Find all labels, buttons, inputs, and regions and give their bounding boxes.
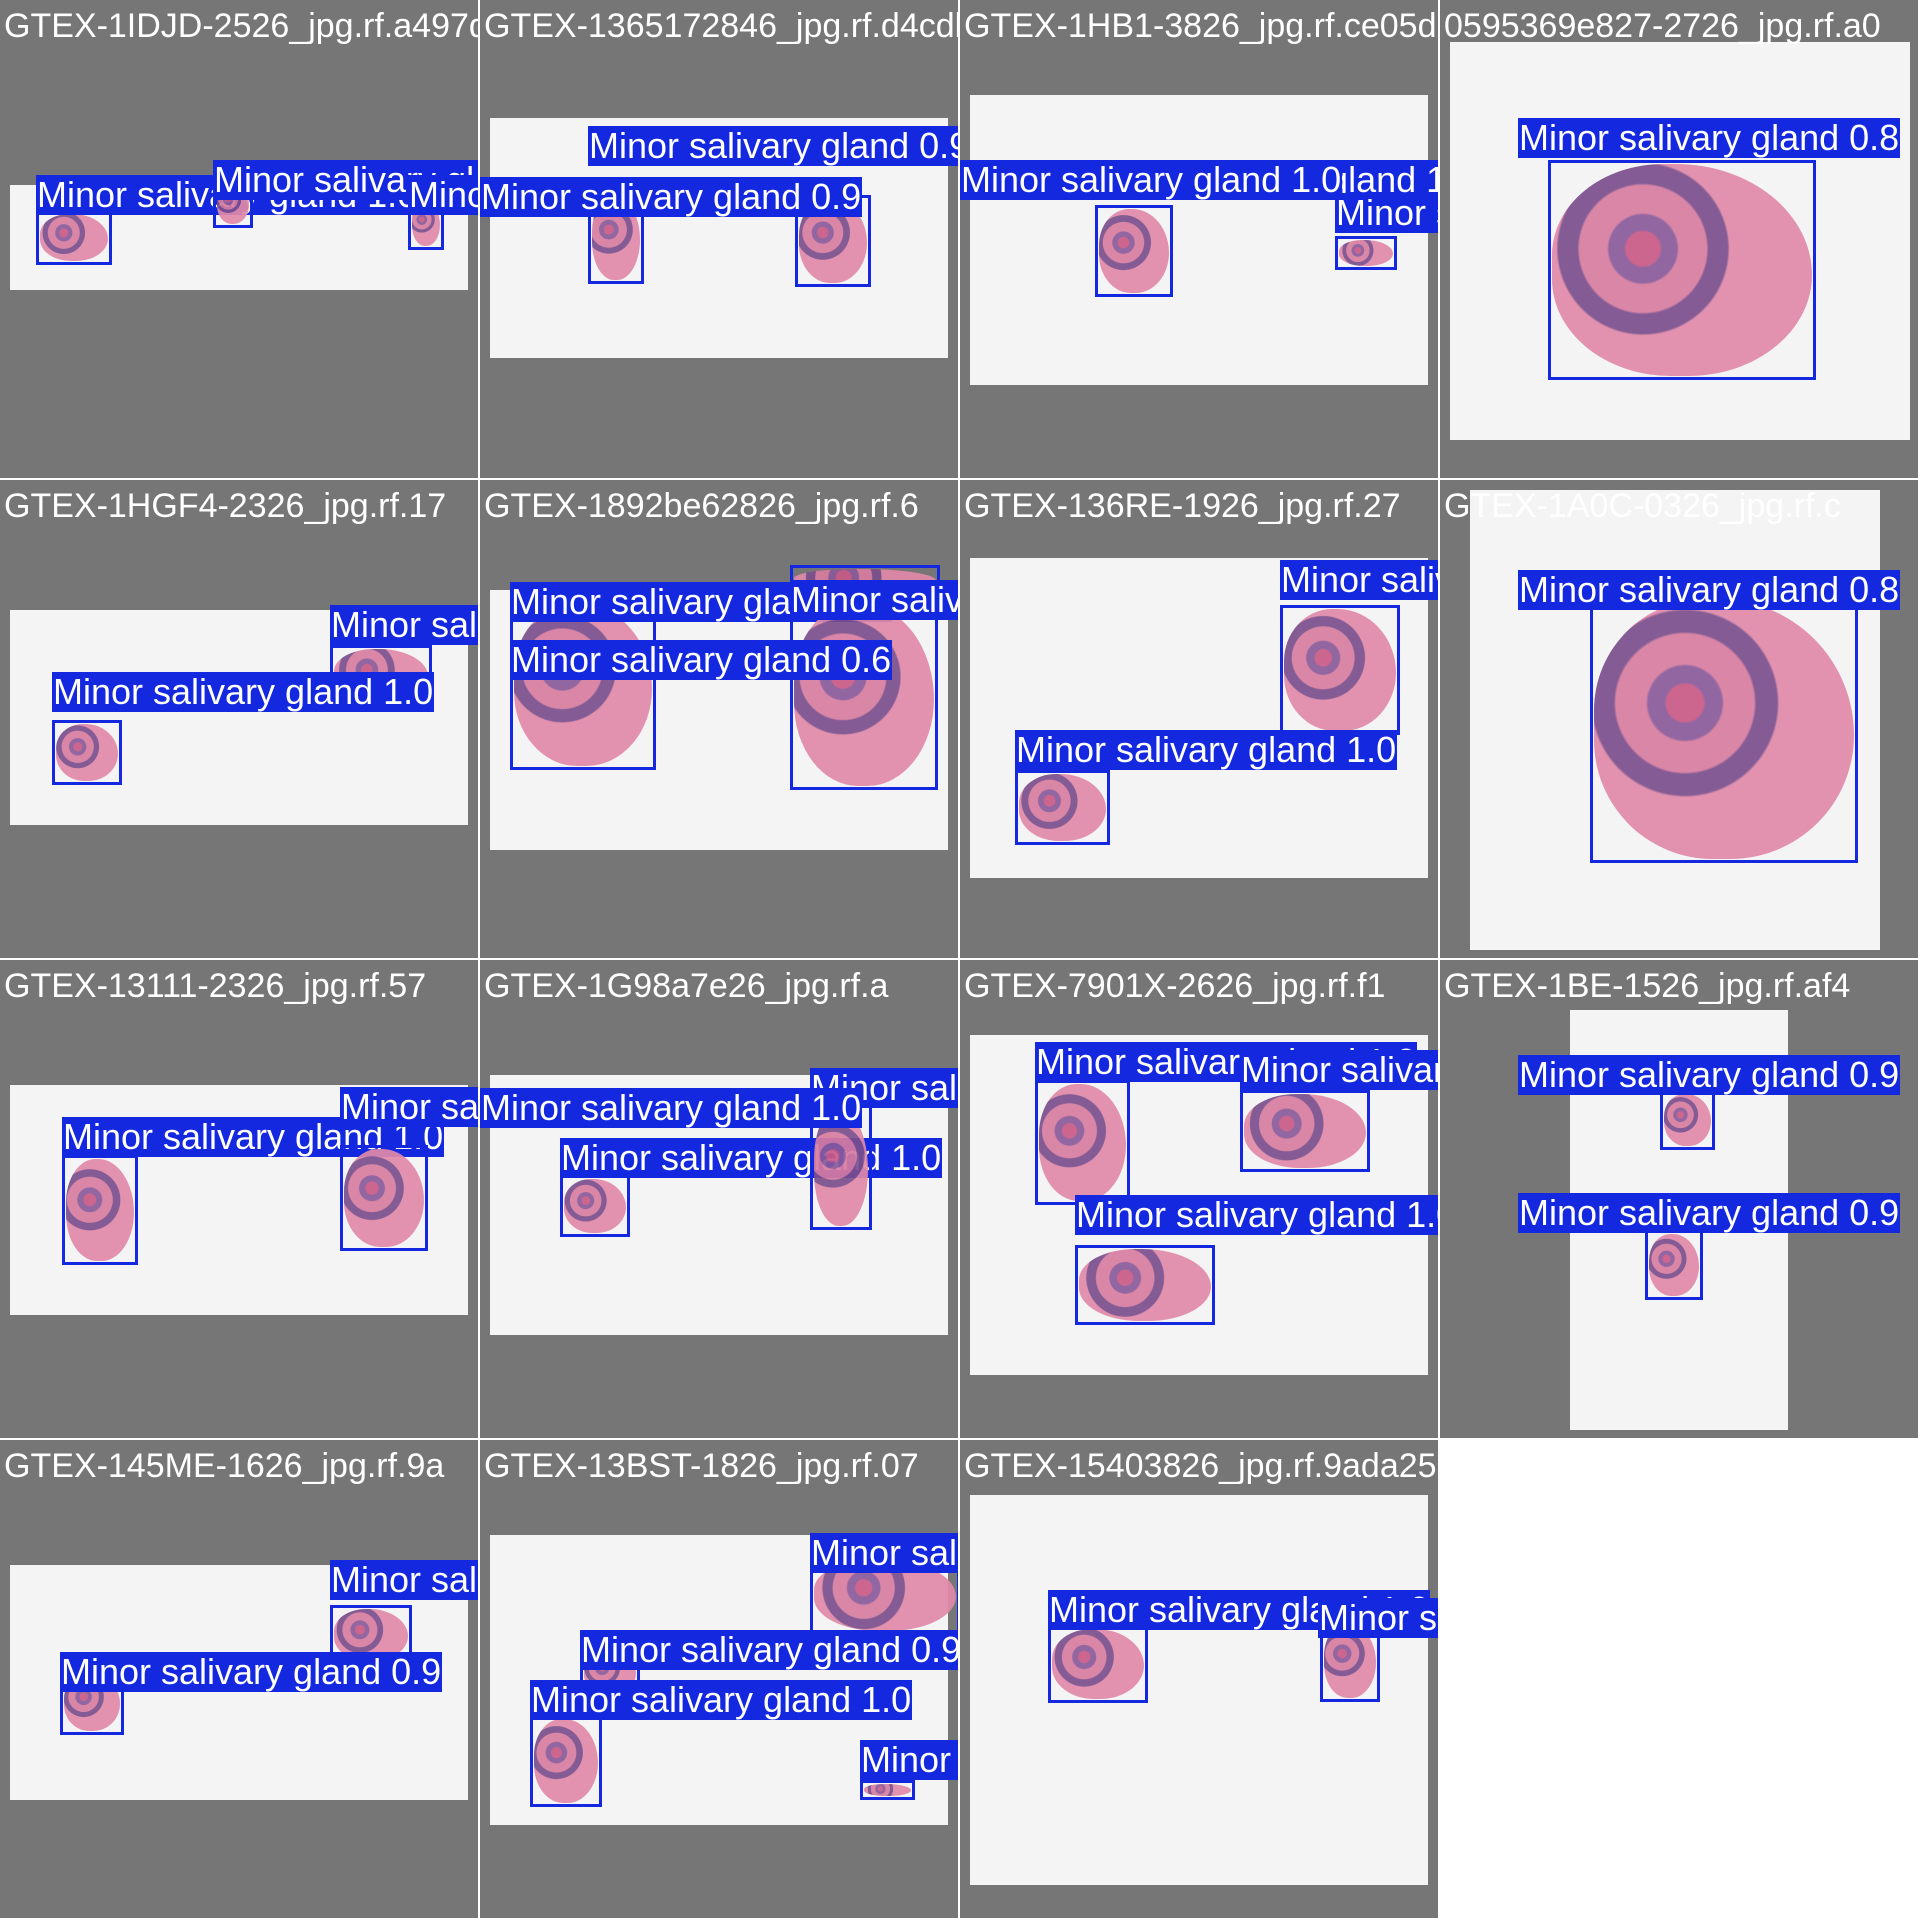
detection-label: Minor salivary gland 0.8 — [1518, 569, 1901, 610]
detection-label: Minor salivary gland 0.9 — [1335, 193, 1438, 233]
tile-filename: GTEX-1G98a7e26_jpg.rf.a — [484, 967, 889, 1005]
detection-label: Minor salivary gland 0.9 — [60, 1651, 443, 1692]
mosaic-tile: Minor salivary gland 1.0Minor salivary g… — [960, 1440, 1438, 1918]
detection-label: Minor salivary gland 0.9 — [1518, 1192, 1901, 1233]
detection-box — [1280, 605, 1400, 735]
detection-label: Minor salivary gland 0.9 — [1318, 1598, 1438, 1638]
detection-box — [1035, 1080, 1130, 1205]
detection-box — [1048, 1625, 1148, 1703]
mosaic-tile: Minor salivary gland 0.9 Minor salivary g… — [1440, 960, 1918, 1438]
detection-label: Minor salivary gland 1.0 — [340, 1087, 478, 1127]
mosaic-tile: Minor salivary gland 0.8 0595369e827-2726… — [1440, 0, 1918, 478]
detection-label: Minor salivary gland 1.0 — [330, 605, 478, 645]
detection-box — [1240, 1090, 1370, 1172]
detection-box — [52, 720, 122, 785]
detection-label: Minor salivary gland 1.0 — [1240, 1050, 1438, 1090]
detection-label: Minor salivary gland 1.0 — [810, 1533, 958, 1573]
detection-box — [340, 1145, 428, 1251]
tile-filename: GTEX-145ME-1626_jpg.rf.9a — [4, 1447, 445, 1485]
detection-label: Minor salivary gland 1.0 — [560, 1137, 943, 1178]
detection-label: Minor salivary gland 1.0 — [790, 580, 958, 620]
tile-filename: GTEX-13BST-1826_jpg.rf.07 — [484, 1447, 919, 1485]
detection-label: Minor salivary gland 1.0 — [1075, 1195, 1438, 1235]
detection-label: Minor salivary gland 0.8 — [1518, 117, 1901, 158]
detection-label: Minor salivary gland 0.6 — [510, 639, 893, 680]
tile-filename: GTEX-1HB1-3826_jpg.rf.ce05d86e5c82e2726 — [964, 7, 1438, 45]
tile-filename: 0595369e827-2726_jpg.rf.a0 — [1444, 7, 1881, 45]
detection-label: Minor salivary gland 0.9 — [480, 176, 863, 217]
tile-filename: GTEX-1BE-1526_jpg.rf.af4 — [1444, 967, 1851, 1005]
detection-box — [790, 600, 938, 790]
mosaic-tile: Minor salivary gland 1.0 Minor salivary g… — [960, 960, 1438, 1438]
tile-filename: GTEX-1365172846_jpg.rf.d4cdbe4b81c3826 — [484, 7, 958, 45]
mosaic-tile: Minor salivary gland 0.9 Minor salivary g… — [480, 480, 958, 958]
tile-filename: GTEX-1IDJD-2526_jpg.rf.a497de1b365427842… — [4, 7, 478, 45]
detection-box — [530, 1715, 602, 1807]
detection-box — [1335, 236, 1397, 270]
mosaic-tile: Minor salivary gland 1.0 Minor salivary g… — [0, 1440, 478, 1918]
detection-label: Minor salivary gland 1.0 — [330, 1560, 478, 1600]
mosaic-tile: Minor salivary gland 1.0Minor salivary g… — [0, 0, 478, 478]
detection-box — [1590, 595, 1858, 863]
detection-label: Minor salivary gland 0.9 — [580, 1630, 958, 1670]
tile-filename: GTEX-1892be62826_jpg.rf.6 — [484, 487, 919, 525]
mosaic-tile: Minor salivary gland 1.0 Minor salivary g… — [0, 480, 478, 958]
tile-filename: GTEX-136RE-1926_jpg.rf.27 — [964, 487, 1401, 525]
detection-box — [1645, 1230, 1703, 1300]
mosaic-tile: Minor salivary gland 1.0 Minor salivary g… — [480, 1440, 958, 1918]
tile-filename: GTEX-1A0C-0326_jpg.rf.c — [1444, 487, 1841, 525]
detection-label: Minor salivary gland 1.0 — [52, 671, 435, 712]
detection-label: Minor salivary gland 0.9 — [588, 126, 958, 166]
detection-box — [62, 1155, 138, 1265]
tile-filename: GTEX-13111-2326_jpg.rf.57 — [4, 967, 427, 1005]
tile-filename: GTEX-1HGF4-2326_jpg.rf.17 — [4, 487, 447, 525]
detection-box — [1548, 160, 1816, 380]
detection-box — [1075, 1245, 1215, 1325]
mosaic-tile: Minor salivary gland 0.8 GTEX-1A0C-0326_j… — [1440, 480, 1918, 958]
mosaic-tile: Minor salivary gland 1.0 Minor salivary g… — [960, 480, 1438, 958]
detection-mosaic: Minor salivary gland 1.0Minor salivary g… — [0, 0, 1920, 1920]
tile-filename: GTEX-7901X-2626_jpg.rf.f1 — [964, 967, 1386, 1005]
detection-box — [510, 600, 656, 770]
tile-filename: GTEX-15403826_jpg.rf.9ada2516652c61a02 — [964, 1447, 1438, 1485]
detection-label: Minor salivary gland 1.0 — [1015, 729, 1398, 770]
detection-label: Minor salivary gland 1.0 — [1280, 560, 1438, 600]
detection-label: Minor salivary gland 0.3 — [860, 1740, 958, 1780]
detection-box — [1015, 770, 1110, 845]
detection-label: Minor salivary gland 1.0 — [530, 1679, 913, 1720]
detection-label: Minor salivary gland 0.9 — [1518, 1054, 1901, 1095]
detection-box — [1095, 205, 1173, 297]
mosaic-tile: Minor salivary gland 0.9 Minor salivary g… — [480, 0, 958, 478]
detection-box — [860, 1780, 915, 1800]
mosaic-tile: Minor salivary gland 1.0Minor salivary g… — [960, 0, 1438, 478]
detection-box — [560, 1175, 630, 1237]
detection-label: Minor salivary gland 0.9 — [408, 175, 478, 215]
detection-label: Minor salivary gland 1.0 — [480, 1087, 863, 1128]
mosaic-tile: Minor salivary gland 1.0Minor salivary g… — [0, 960, 478, 1438]
mosaic-tile: Minor salivary gland 1.0 Minor salivary g… — [480, 960, 958, 1438]
detection-label: Minor salivary gland 1.0 — [960, 159, 1343, 200]
detection-box — [36, 210, 112, 265]
detection-box — [1660, 1090, 1715, 1150]
